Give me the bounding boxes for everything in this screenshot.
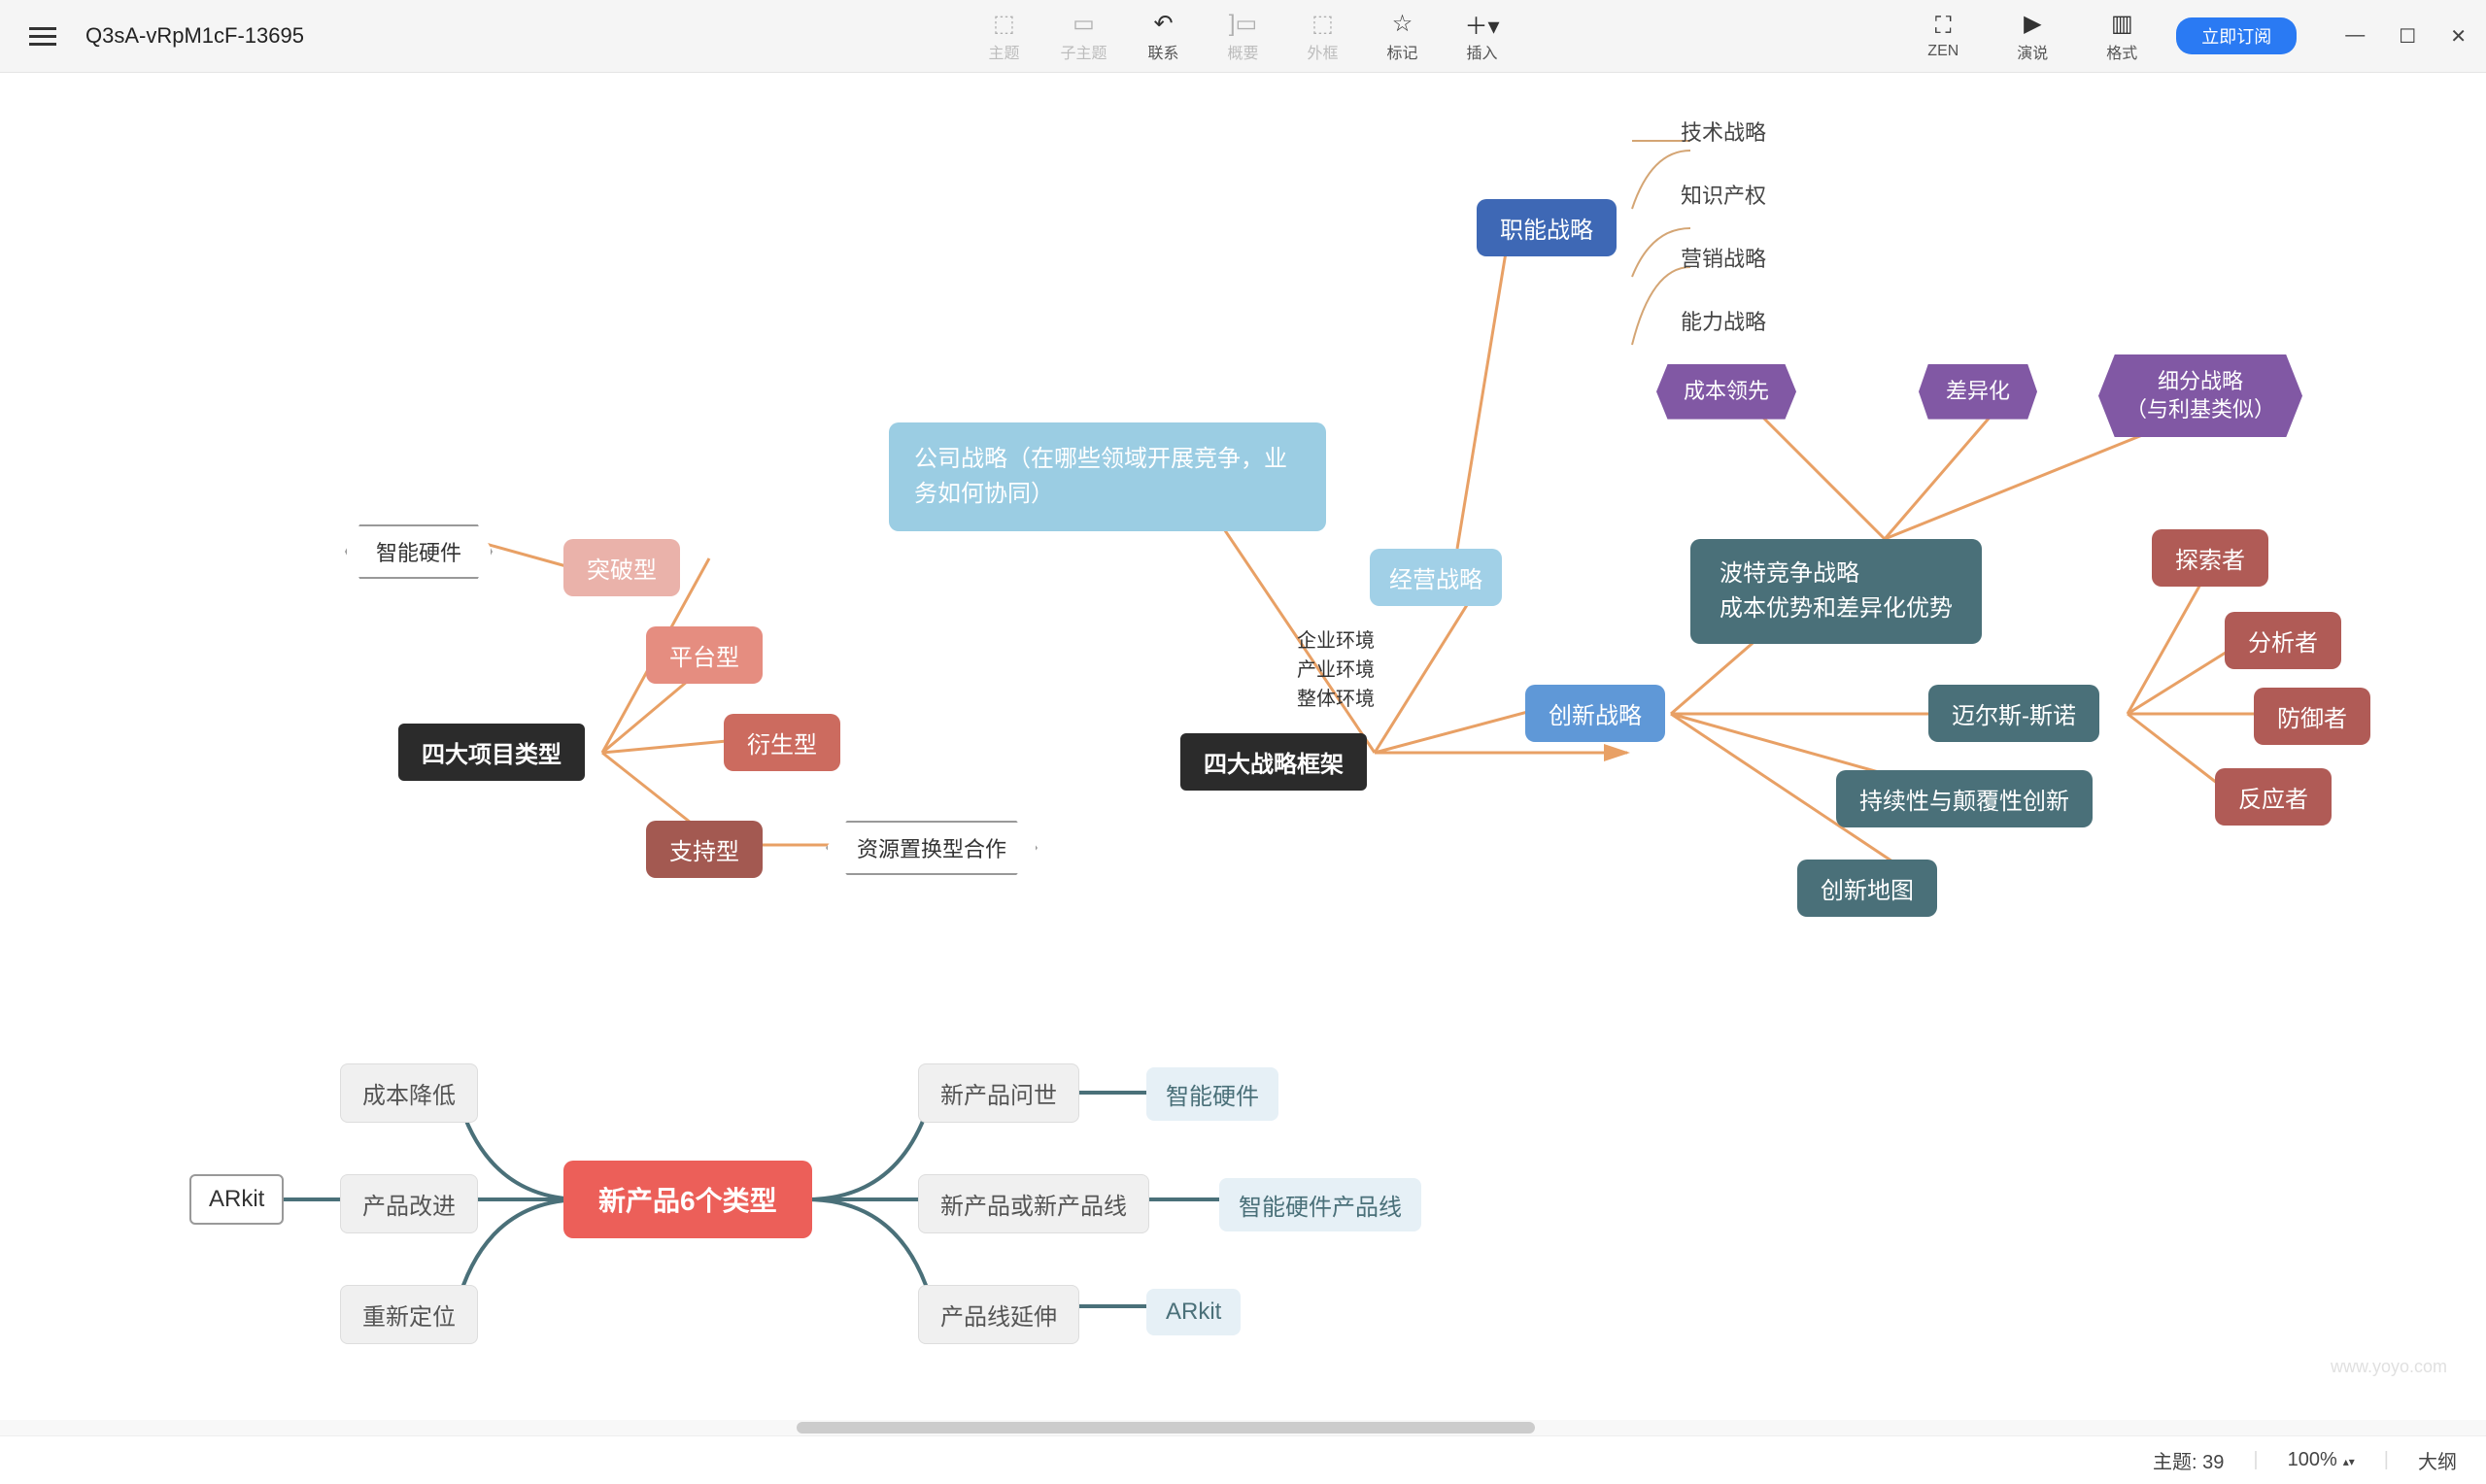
toolbar-subtopic: ▭ 子主题 <box>1049 9 1119 63</box>
document-title: Q3sA-vRpM1cF-13695 <box>85 23 304 49</box>
toolbar-format[interactable]: ▥ 格式 <box>2087 9 2157 63</box>
subtopic-icon: ▭ <box>1073 9 1095 38</box>
toolbar-right: ⛶ ZEN ▶ 演说 ▥ 格式 立即订阅 — ☐ ✕ <box>1908 9 2467 63</box>
node-ip[interactable]: 知识产权 <box>1681 175 1766 214</box>
node-breakthrough[interactable]: 突破型 <box>563 539 680 596</box>
node-innovation-strategy[interactable]: 创新战略 <box>1525 685 1665 742</box>
node-new-product-line[interactable]: 新产品或新产品线 <box>918 1174 1149 1233</box>
node-strategy-frameworks[interactable]: 四大战略框架 <box>1180 733 1367 791</box>
toolbar-marker[interactable]: ☆ 标记 <box>1368 9 1438 63</box>
tag-smart-hardware-line[interactable]: 智能硬件产品线 <box>1219 1178 1421 1231</box>
toolbar-relationship[interactable]: ↶ 联系 <box>1129 9 1199 63</box>
statusbar: 主题: 39 | 100%▴▾ | 大纲 <box>0 1435 2486 1484</box>
node-explorer[interactable]: 探索者 <box>2152 529 2268 587</box>
toolbar-topic: ⬚ 主题 <box>970 9 1039 63</box>
callout-smart-hardware[interactable]: 智能硬件 <box>345 524 493 579</box>
minimize-icon[interactable]: — <box>2345 24 2365 49</box>
subscribe-button[interactable]: 立即订阅 <box>2176 17 2297 54</box>
canvas[interactable]: 四大项目类型 突破型 平台型 衍生型 支持型 智能硬件 资源置换型合作 四大战略… <box>0 73 2486 1435</box>
boundary-icon: ⬚ <box>1311 9 1334 38</box>
node-cost-reduction[interactable]: 成本降低 <box>340 1063 478 1123</box>
node-platform[interactable]: 平台型 <box>646 626 763 684</box>
node-miles-snow[interactable]: 迈尔斯-斯诺 <box>1928 685 2099 742</box>
zoom-spinner-icon[interactable]: ▴▾ <box>2343 1455 2355 1468</box>
insert-icon: ＋▾ <box>1464 9 1499 38</box>
env-industry: 产业环境 <box>1297 656 1375 685</box>
node-derivative[interactable]: 衍生型 <box>724 714 840 771</box>
node-functional-strategy[interactable]: 职能战略 <box>1477 199 1617 256</box>
watermark: www.yoyo.com <box>2331 1357 2447 1377</box>
topbar: Q3sA-vRpM1cF-13695 ⬚ 主题 ▭ 子主题 ↶ 联系 ]▭ 概要… <box>0 0 2486 73</box>
topic-count: 主题: 39 <box>2153 1446 2224 1474</box>
toolbar-insert[interactable]: ＋▾ 插入 <box>1447 9 1517 63</box>
close-icon[interactable]: ✕ <box>2450 24 2467 49</box>
node-reactor[interactable]: 反应者 <box>2215 768 2332 826</box>
hamburger-icon[interactable] <box>29 22 56 51</box>
node-segmentation[interactable]: 细分战略 （与利基类似） <box>2098 354 2302 437</box>
topic-icon: ⬚ <box>993 9 1015 38</box>
zen-icon: ⛶ <box>1935 12 1952 41</box>
marker-icon: ☆ <box>1392 9 1413 38</box>
relationship-icon: ↶ <box>1153 9 1173 38</box>
maximize-icon[interactable]: ☐ <box>2399 24 2416 49</box>
node-project-types[interactable]: 四大项目类型 <box>398 724 585 781</box>
tag-arkit2[interactable]: ARkit <box>1146 1289 1241 1335</box>
tag-arkit-left[interactable]: ARkit <box>189 1174 284 1225</box>
node-line-extension[interactable]: 产品线延伸 <box>918 1285 1079 1344</box>
node-differentiation[interactable]: 差异化 <box>1919 364 2037 420</box>
node-sustaining-disruptive[interactable]: 持续性与颠覆性创新 <box>1836 770 2093 827</box>
node-new-product-launch[interactable]: 新产品问世 <box>918 1063 1079 1123</box>
node-defender[interactable]: 防御者 <box>2254 688 2370 745</box>
node-innovation-map[interactable]: 创新地图 <box>1797 860 1937 917</box>
node-cost-leadership[interactable]: 成本领先 <box>1656 364 1796 420</box>
outline-toggle[interactable]: 大纲 <box>2418 1446 2457 1474</box>
present-icon: ▶ <box>2024 9 2041 38</box>
node-capability-strategy[interactable]: 能力战略 <box>1681 301 1766 340</box>
horizontal-scrollbar[interactable] <box>0 1420 2486 1435</box>
toolbar-boundary: ⬚ 外框 <box>1288 9 1358 63</box>
env-overall: 整体环境 <box>1297 685 1375 714</box>
node-tech-strategy[interactable]: 技术战略 <box>1681 112 1766 151</box>
zoom-level[interactable]: 100%▴▾ <box>2288 1449 2355 1471</box>
toolbar-present[interactable]: ▶ 演说 <box>1997 9 2067 63</box>
node-product-improvement[interactable]: 产品改进 <box>340 1174 478 1233</box>
window-controls: — ☐ ✕ <box>2345 24 2467 49</box>
summary-icon: ]▭ <box>1229 9 1257 38</box>
toolbar-summary: ]▭ 概要 <box>1209 9 1278 63</box>
toolbar-center: ⬚ 主题 ▭ 子主题 ↶ 联系 ]▭ 概要 ⬚ 外框 ☆ 标记 ＋▾ 插入 <box>970 9 1517 63</box>
node-company-strategy[interactable]: 公司战略（在哪些领域开展竞争，业务如何协同） <box>889 422 1326 531</box>
node-porter[interactable]: 波特竞争战略 成本优势和差异化优势 <box>1690 539 1982 644</box>
toolbar-zen[interactable]: ⛶ ZEN <box>1908 12 1978 60</box>
node-new-product-types[interactable]: 新产品6个类型 <box>563 1161 812 1238</box>
node-analyzer[interactable]: 分析者 <box>2225 612 2341 669</box>
node-repositioning[interactable]: 重新定位 <box>340 1285 478 1344</box>
tag-smart-hardware2[interactable]: 智能硬件 <box>1146 1067 1278 1121</box>
format-icon: ▥ <box>2111 9 2133 38</box>
env-enterprise: 企业环境 <box>1297 626 1375 656</box>
node-support[interactable]: 支持型 <box>646 821 763 878</box>
env-labels: 企业环境 产业环境 整体环境 <box>1297 626 1375 714</box>
callout-resource-exchange[interactable]: 资源置换型合作 <box>826 821 1038 875</box>
node-marketing-strategy[interactable]: 营销战略 <box>1681 238 1766 277</box>
node-business-strategy[interactable]: 经营战略 <box>1370 549 1502 606</box>
scrollbar-thumb[interactable] <box>797 1422 1535 1433</box>
